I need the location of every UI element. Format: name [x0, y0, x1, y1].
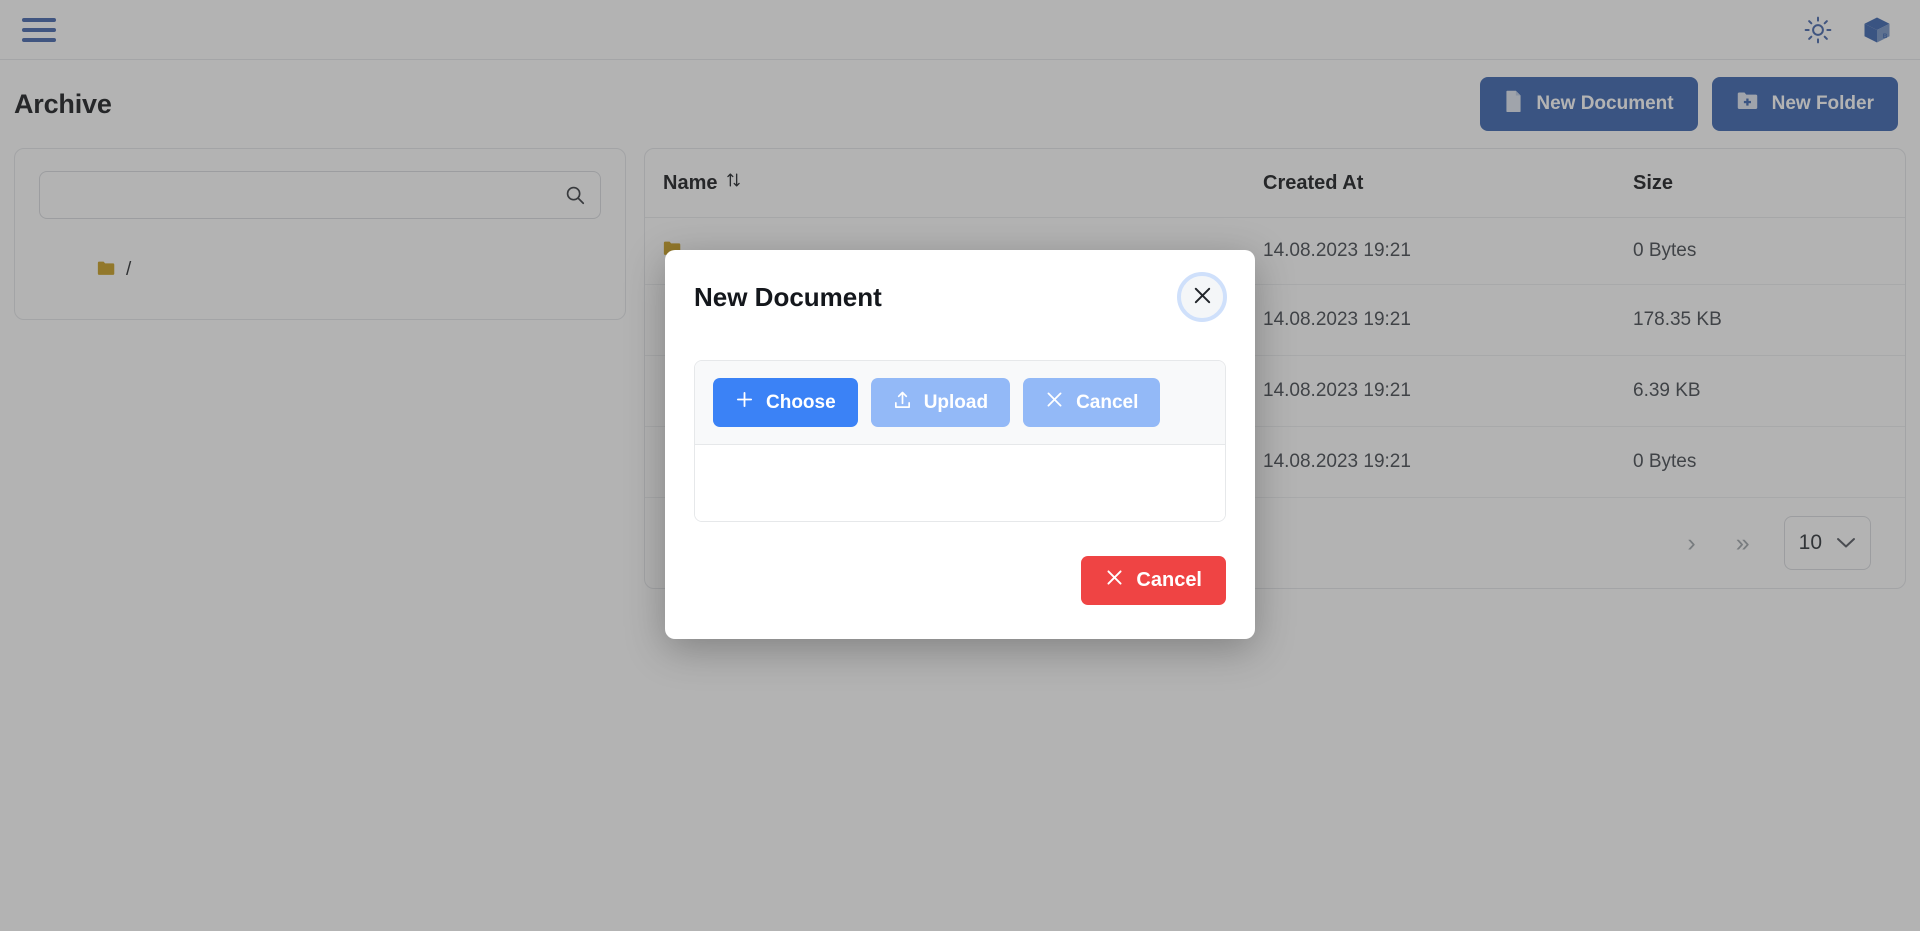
modal-title: New Document — [694, 282, 882, 313]
modal-footer: Cancel — [694, 556, 1226, 605]
close-icon — [1045, 390, 1064, 415]
plus-icon — [735, 390, 754, 415]
uploader-cancel-label: Cancel — [1076, 392, 1138, 414]
modal-header: New Document — [694, 276, 1226, 324]
close-icon — [1192, 285, 1213, 309]
file-dropzone[interactable] — [695, 445, 1225, 521]
choose-file-button[interactable]: Choose — [713, 378, 858, 427]
modal-cancel-button[interactable]: Cancel — [1081, 556, 1226, 605]
modal-cancel-label: Cancel — [1136, 569, 1202, 592]
file-uploader: Choose Upload — [694, 360, 1226, 522]
upload-button[interactable]: Upload — [871, 378, 1010, 427]
uploader-toolbar: Choose Upload — [695, 361, 1225, 445]
uploader-cancel-button[interactable]: Cancel — [1023, 378, 1160, 427]
new-document-modal: New Document Choose — [665, 250, 1255, 639]
close-icon — [1105, 568, 1124, 593]
upload-label: Upload — [924, 392, 988, 414]
choose-file-label: Choose — [766, 392, 836, 414]
upload-icon — [893, 390, 912, 416]
modal-close-button[interactable] — [1181, 276, 1223, 318]
